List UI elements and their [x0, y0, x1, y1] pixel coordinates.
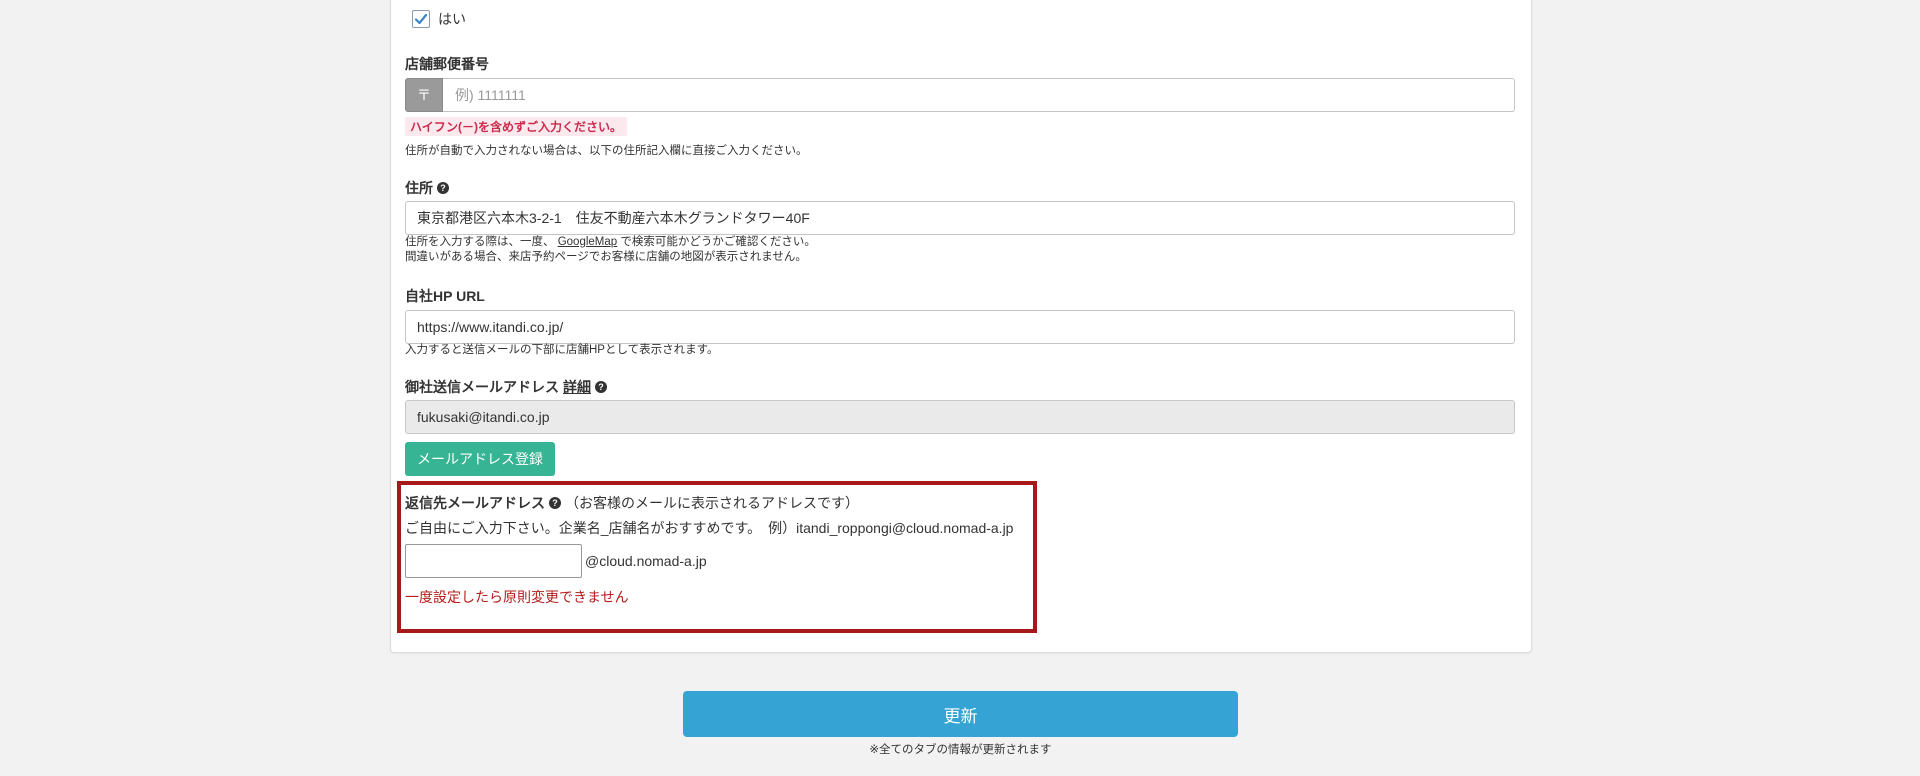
postal-label: 店舗郵便番号	[405, 54, 489, 74]
address-help-prefix: 住所を入力する際は、一度、	[405, 236, 558, 248]
register-email-button[interactable]: メールアドレス登録	[405, 442, 555, 476]
address-label: 住所 ?	[405, 178, 449, 198]
postal-label-text: 店舗郵便番号	[405, 56, 489, 72]
consent-row[interactable]: はい	[412, 9, 466, 29]
update-button[interactable]: 更新	[683, 691, 1238, 737]
sender-email-label: 御社送信メールアドレス 詳細 ?	[405, 377, 607, 397]
postal-input-group: 〒 例) 1111111	[405, 78, 1515, 112]
reply-email-label-text: 返信先メールアドレス	[405, 495, 545, 511]
address-help-line-2: 間違いがある場合、来店予約ページでお客様に店舗の地図が表示されません。	[405, 251, 807, 263]
sender-email-detail-link[interactable]: 詳細	[563, 377, 591, 397]
homepage-url-input[interactable]: https://www.itandi.co.jp/	[405, 310, 1515, 344]
checkmark-icon	[414, 13, 428, 25]
consent-label: はい	[438, 11, 466, 27]
reply-email-hint: ご自由にご入力下さい。企業名_店舗名がおすすめです。 例）itandi_ropp…	[405, 520, 1014, 536]
address-help-line-1: 住所を入力する際は、一度、 GoogleMap で検索可能かどうかご確認ください…	[405, 235, 816, 250]
reply-email-warning: 一度設定したら原則変更できません	[405, 589, 629, 605]
sender-email-label-text: 御社送信メールアドレス	[405, 379, 559, 395]
postal-input[interactable]: 例) 1111111	[443, 78, 1515, 112]
homepage-help-text: 入力すると送信メールの下部に店舗HPとして表示されます。	[405, 344, 719, 356]
question-circle-icon[interactable]: ?	[549, 497, 561, 509]
address-help-text: 住所を入力する際は、一度、 GoogleMap で検索可能かどうかご確認ください…	[405, 235, 816, 265]
postal-mark-addon: 〒	[405, 78, 443, 112]
question-circle-icon[interactable]: ?	[437, 182, 449, 194]
question-circle-icon[interactable]: ?	[595, 381, 607, 393]
address-label-text: 住所	[405, 180, 433, 196]
reply-email-domain: @cloud.nomad-a.jp	[585, 553, 707, 569]
update-note: ※全てのタブの情報が更新されます	[869, 744, 1052, 756]
googlemap-link[interactable]: GoogleMap	[558, 236, 617, 248]
reply-email-label: 返信先メールアドレス ? （お客様のメールに表示されるアドレスです）	[405, 493, 859, 513]
postal-error-message: ハイフン(－)を含めずご入力ください。	[405, 117, 627, 136]
homepage-label: 自社HP URL	[405, 286, 485, 306]
address-help-suffix: で検索可能かどうかご確認ください。	[617, 236, 816, 248]
reply-email-input[interactable]	[405, 544, 582, 578]
consent-checkbox[interactable]	[412, 10, 430, 28]
sender-email-input: fukusaki@itandi.co.jp	[405, 400, 1515, 434]
reply-email-note: （お客様のメールに表示されるアドレスです）	[565, 495, 859, 511]
address-input[interactable]: 東京都港区六本木3-2-1 住友不動産六本木グランドタワー40F	[405, 201, 1515, 235]
homepage-label-text: 自社HP URL	[405, 288, 485, 304]
postal-help-text: 住所が自動で入力されない場合は、以下の住所記入欄に直接ご入力ください。	[405, 145, 808, 157]
